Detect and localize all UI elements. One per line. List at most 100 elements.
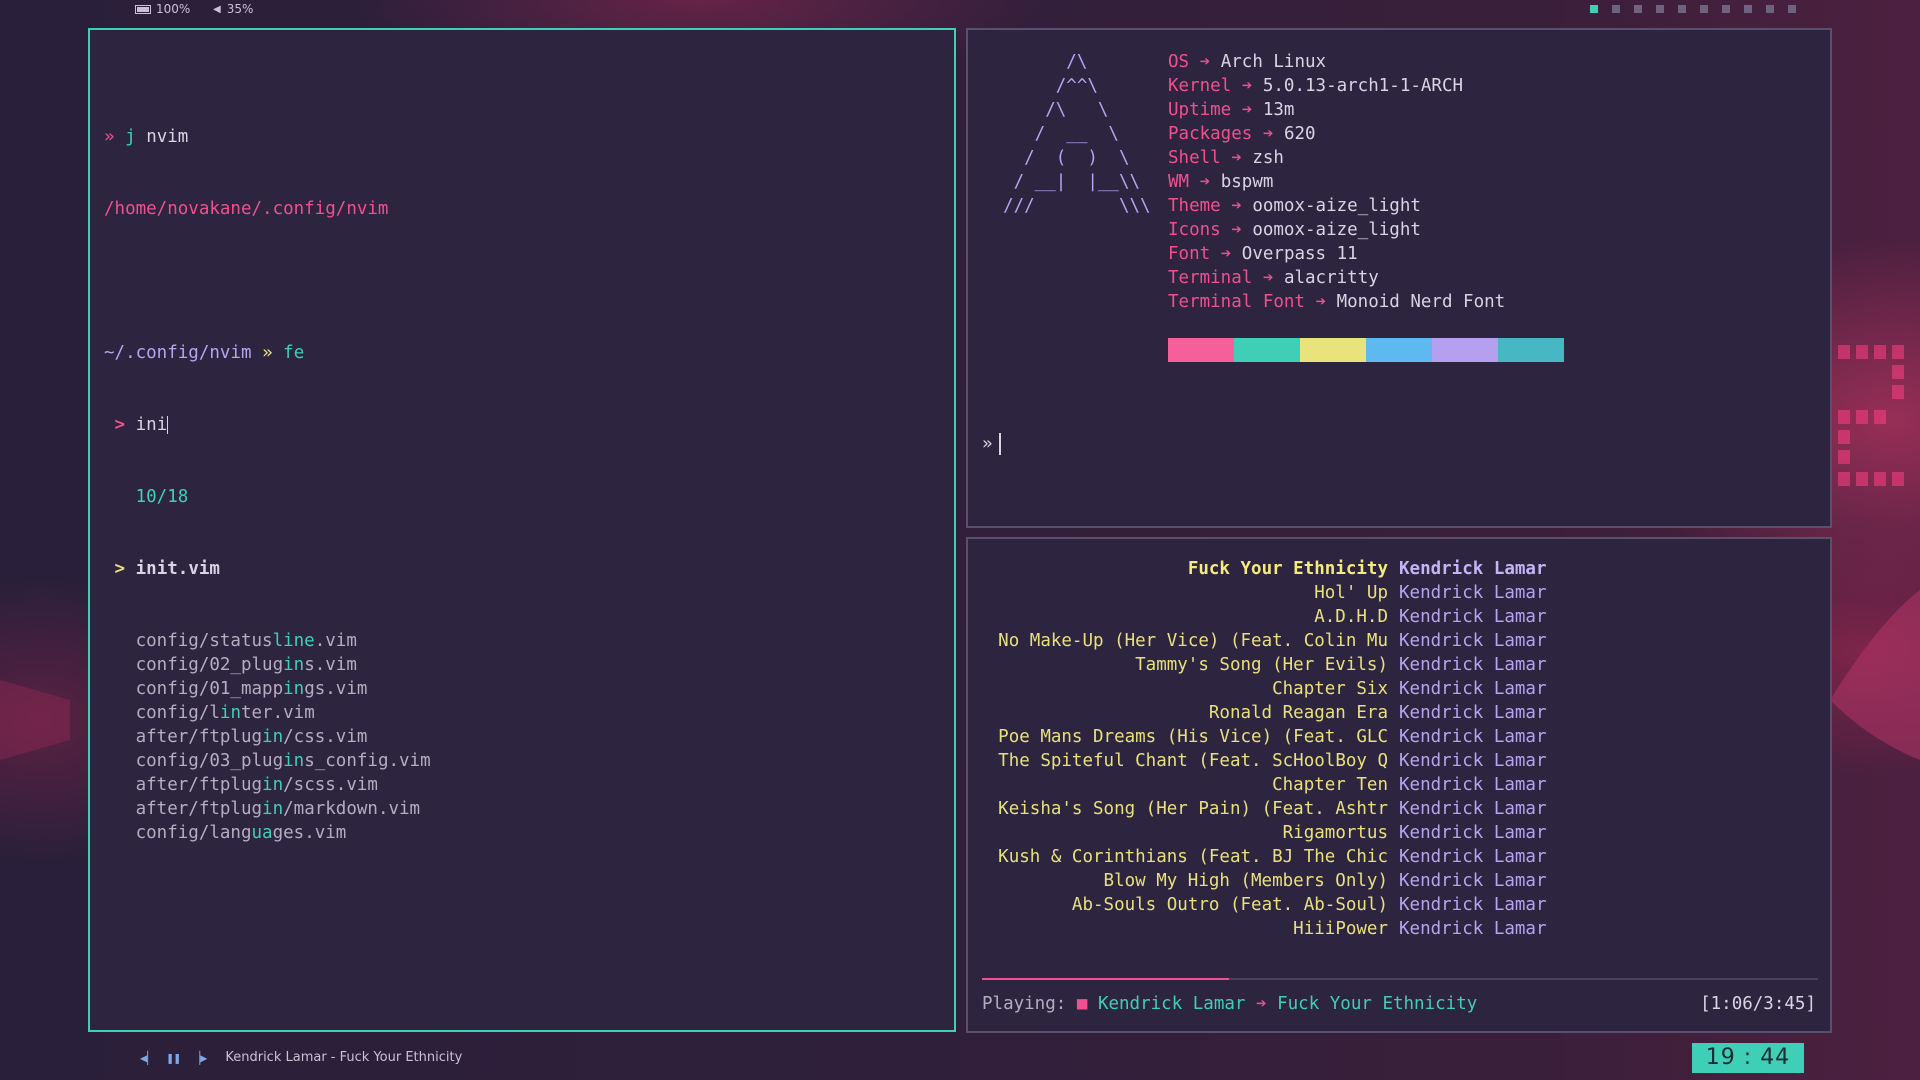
previous-track-icon[interactable]: ◀▏	[140, 1051, 154, 1065]
fzf-result-item[interactable]: config/linter.vim	[104, 701, 431, 725]
now-playing-title: Fuck Your Ethnicity	[1277, 994, 1478, 1014]
playlist-item[interactable]: Ab-Souls Outro (Feat. Ab-Soul) Kendrick L…	[982, 893, 1547, 917]
fzf-result-item[interactable]: config/01_mappings.vim	[104, 677, 431, 701]
file-path-part: ges.vim	[272, 823, 347, 843]
arrow-icon: ➔	[1199, 52, 1211, 72]
playlist-item[interactable]: Blow My High (Members Only) Kendrick Lama…	[982, 869, 1547, 893]
sysinfo-key: Terminal	[1168, 268, 1253, 288]
playlist-item[interactable]: Keisha's Song (Her Pain) (Feat. Ashtr Ken…	[982, 797, 1546, 821]
fzf-result-item[interactable]: config/03_plugins_config.vim	[104, 749, 431, 773]
fuzzy-match-highlight: in	[283, 655, 305, 675]
now-playing-artist: Kendrick Lamar	[1097, 994, 1246, 1014]
fzf-query-input[interactable]: ini	[136, 415, 168, 435]
workspace-2[interactable]	[1612, 5, 1620, 13]
workspace-10[interactable]	[1788, 5, 1796, 13]
color-swatch-2	[1234, 338, 1300, 362]
next-track-icon[interactable]: ▕▶	[193, 1051, 207, 1065]
prompt-symbol: »	[262, 343, 273, 363]
system-info-list: OS ➔ Arch Linux Kernel ➔ 5.0.13-arch1-1-A…	[1168, 50, 1505, 314]
file-path-part: after/ftplug	[135, 727, 263, 747]
clock: 19 : 44	[1692, 1043, 1804, 1073]
file-path-part: ter.vim	[240, 703, 315, 723]
playback-progress-bar[interactable]	[982, 978, 1818, 980]
playlist-item[interactable]: Chapter Ten Kendrick Lamar	[982, 773, 1546, 797]
arrow-icon: ➔	[1262, 124, 1274, 144]
volume-level: 35%	[226, 2, 254, 16]
sysinfo-terminal-font: Terminal Font ➔ Monoid Nerd Font	[1168, 290, 1505, 314]
pause-icon[interactable]: ❚❚	[166, 1051, 180, 1065]
playlist-item[interactable]: Kush & Corinthians (Feat. BJ The Chic Ken…	[982, 845, 1546, 869]
fzf-result-item[interactable]: after/ftplugin/markdown.vim	[104, 797, 431, 821]
track-artist: Kendrick Lamar	[1399, 607, 1547, 627]
sysinfo-value: oomox-aize_light	[1252, 196, 1421, 216]
file-path-part: /css.vim	[283, 727, 368, 747]
workspace-4[interactable]	[1656, 5, 1664, 13]
track-title: The Spiteful Chant (Feat. ScHoolBoy Q	[998, 751, 1388, 771]
fzf-result-item[interactable]: after/ftplugin/css.vim	[104, 725, 431, 749]
track-artist: Kendrick Lamar	[1399, 871, 1547, 891]
workspace-9[interactable]	[1766, 5, 1774, 13]
file-path-part: .vim	[314, 631, 357, 651]
fzf-result-item[interactable]: config/statusline.vim	[104, 629, 431, 653]
workspace-1[interactable]	[1590, 5, 1598, 13]
fzf-selected-item[interactable]: > init.vim	[104, 557, 431, 581]
color-palette-bar	[1168, 338, 1564, 362]
sysinfo-value: 5.0.13-arch1-1-ARCH	[1262, 76, 1464, 96]
playlist-item[interactable]: Poe Mans Dreams (His Vice) (Feat. GLC Ken…	[982, 725, 1546, 749]
color-swatch-3	[1300, 338, 1366, 362]
workspace-5[interactable]	[1678, 5, 1686, 13]
track-title: Hol' Up	[1314, 583, 1388, 603]
track-title: Chapter Ten	[1272, 775, 1388, 795]
track-title: Rigamortus	[1282, 823, 1388, 843]
playlist-item[interactable]: Rigamortus Kendrick Lamar	[982, 821, 1547, 845]
fzf-results-list: config/statusline.vim config/02_plugins.…	[104, 629, 431, 845]
sysinfo-key: Theme	[1168, 196, 1221, 216]
ascii-line: /// \\\	[982, 196, 1151, 216]
command: fe	[283, 343, 305, 363]
playlist-item[interactable]: Tammy's Song (Her Evils) Kendrick Lamar	[982, 653, 1546, 677]
now-playing-label: Kendrick Lamar - Fuck Your Ethnicity	[225, 1050, 463, 1065]
workspace-8[interactable]	[1744, 5, 1752, 13]
arch-logo-ascii: /\ /^^\ /\ \ / __ \ / ( ) \ / __| |__\\ …	[982, 50, 1151, 218]
sysinfo-packages: Packages ➔ 620	[1168, 122, 1505, 146]
text-cursor	[998, 433, 1001, 455]
ascii-line: / ( ) \	[982, 148, 1130, 168]
command-output: /home/novakane/.config/nvim	[104, 199, 389, 219]
track-artist: Kendrick Lamar	[1399, 631, 1547, 651]
playlist-item[interactable]: The Spiteful Chant (Feat. ScHoolBoy Q Ken…	[982, 749, 1546, 773]
playlist-item-current[interactable]: Fuck Your Ethnicity Kendrick Lamar	[982, 557, 1547, 581]
track-title: Blow My High (Members Only)	[1103, 871, 1388, 891]
stop-status-icon: ■	[1076, 994, 1088, 1014]
workspace-7[interactable]	[1722, 5, 1730, 13]
sysinfo-value: Arch Linux	[1220, 52, 1327, 72]
workspace-3[interactable]	[1634, 5, 1642, 13]
playlist-item[interactable]: Hol' Up Kendrick Lamar	[982, 581, 1546, 605]
playlist-item[interactable]: HiiiPower Kendrick Lamar	[982, 917, 1546, 941]
terminal-sysinfo[interactable]: /\ /^^\ /\ \ / __ \ / ( ) \ / __| |__\\ …	[966, 28, 1832, 528]
battery-indicator: 100%	[135, 2, 190, 16]
shell-prompt-line[interactable]: »	[982, 432, 1001, 456]
track-artist: Kendrick Lamar	[1399, 559, 1547, 579]
playlist-item[interactable]: Ronald Reagan Era Kendrick Lamar	[982, 701, 1547, 725]
now-playing-line: Playing: ■ Kendrick Lamar ➔ Fuck Your Et…	[982, 992, 1477, 1016]
workspace-6[interactable]	[1700, 5, 1708, 13]
fzf-match-count: 10/18	[135, 487, 189, 507]
fzf-result-item[interactable]: after/ftplugin/scss.vim	[104, 773, 431, 797]
playlist-item[interactable]: Chapter Six Kendrick Lamar	[982, 677, 1546, 701]
playlist: Fuck Your Ethnicity Kendrick Lamar Hol' Up…	[982, 557, 1547, 941]
playlist-item[interactable]: A.D.H.D Kendrick Lamar	[982, 605, 1547, 629]
arrow-icon: ➔	[1220, 244, 1232, 264]
file-path-part: s.vim	[304, 655, 357, 675]
file-path-part: config/01_mapp	[135, 679, 284, 699]
playlist-item[interactable]: No Make-Up (Her Vice) (Feat. Colin Mu Ken…	[982, 629, 1547, 653]
track-title: Ab-Souls Outro (Feat. Ab-Soul)	[1071, 895, 1388, 915]
volume-indicator[interactable]: ◀ 35%	[213, 2, 253, 16]
terminal-music-player[interactable]: Fuck Your Ethnicity Kendrick Lamar Hol' Up…	[966, 537, 1832, 1033]
color-swatch-1	[1168, 338, 1234, 362]
terminal-left[interactable]: » j nvim /home/novakane/.config/nvim ~/.…	[88, 28, 956, 1032]
fzf-result-item[interactable]: config/02_plugins.vim	[104, 653, 431, 677]
fzf-result-item[interactable]: config/languages.vim	[104, 821, 431, 845]
